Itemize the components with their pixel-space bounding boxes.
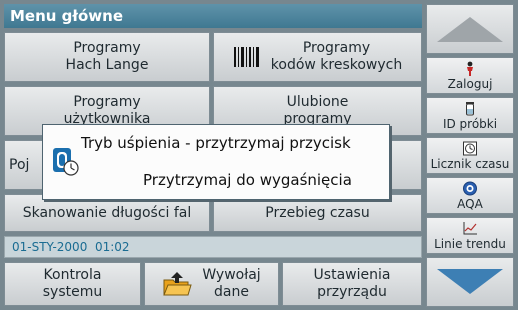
button-label-line2: kodów kreskowych	[270, 57, 403, 73]
sidebar-label: Zaloguj	[447, 76, 493, 91]
button-label-line2: systemu	[42, 284, 103, 300]
button-label-line2: dane	[214, 284, 249, 300]
arrow-up-icon	[437, 17, 503, 42]
date-time: 01-STY-2000 01:02	[12, 240, 130, 254]
system-checks-button[interactable]: Kontrola systemu	[4, 262, 141, 306]
button-label-line2: przyrządu	[317, 284, 387, 300]
button-label-line1: Programy	[302, 40, 371, 56]
login-button[interactable]: Zaloguj	[426, 57, 514, 94]
person-icon	[467, 61, 473, 76]
barcode-programs-button[interactable]: Programy kodów kreskowych	[213, 32, 422, 82]
button-label-line1: Programy	[73, 40, 141, 56]
button-label: Przebieg czasu	[265, 204, 370, 221]
button-label-line1: Programy	[73, 94, 141, 110]
timer-icon	[463, 141, 477, 155]
button-label: Skanowanie długości fal	[22, 204, 192, 221]
button-label-line1: Kontrola	[43, 267, 102, 283]
button-label-line1: Ulubione	[286, 94, 349, 110]
scroll-up-button[interactable]	[426, 4, 514, 54]
sleep-mode-dialog: Tryb uśpienia - przytrzymaj przycisk Prz…	[42, 124, 390, 200]
instrument-setup-button[interactable]: Ustawienia przyrządu	[282, 262, 422, 306]
main-menu-screen: Menu główne Programy Hach Lange Programy…	[0, 0, 518, 310]
trend-chart-icon	[463, 221, 477, 234]
sidebar-label: Licznik czasu	[430, 156, 510, 171]
button-label-line2: Hach Lange	[65, 57, 149, 73]
button-label: Poj	[9, 156, 30, 173]
scroll-down-button[interactable]	[426, 257, 514, 307]
status-bar: 01-STY-2000 01:02	[4, 236, 422, 258]
aqa-icon	[463, 181, 477, 195]
recall-data-button[interactable]: Wywołaj dane	[144, 262, 279, 306]
sidebar-label: AQA	[457, 196, 483, 211]
trend-lines-button[interactable]: Linie trendu	[426, 217, 514, 254]
sample-id-button[interactable]: ID próbki	[426, 97, 514, 134]
aqa-button[interactable]: AQA	[426, 177, 514, 214]
timer-button[interactable]: Licznik czasu	[426, 137, 514, 174]
dialog-instruction: Przytrzymaj do wygaśnięcia	[143, 171, 352, 189]
barcode-icon	[233, 47, 259, 67]
dialog-message: Tryb uśpienia - przytrzymaj przycisk	[81, 134, 351, 152]
arrow-down-icon	[437, 269, 503, 294]
vial-icon	[466, 101, 474, 115]
folder-upload-icon	[163, 272, 192, 296]
sidebar-label: ID próbki	[442, 116, 498, 131]
page-title: Menu główne	[4, 4, 422, 28]
button-label-line1: Ustawienia	[313, 267, 391, 283]
sleep-mode-icon	[53, 148, 79, 176]
button-label-line1: Wywołaj	[202, 267, 261, 283]
hach-lange-programs-button[interactable]: Programy Hach Lange	[4, 32, 210, 82]
sidebar-label: Linie trendu	[434, 236, 506, 251]
